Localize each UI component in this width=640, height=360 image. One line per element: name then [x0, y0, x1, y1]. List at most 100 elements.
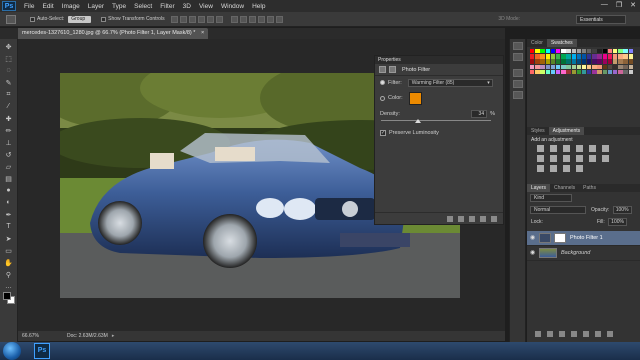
density-slider-thumb[interactable] [415, 119, 422, 123]
swatch[interactable] [587, 64, 592, 69]
swatch[interactable] [618, 59, 623, 64]
new-layer-icon[interactable] [595, 331, 601, 337]
swatch[interactable] [618, 64, 623, 69]
dodge-tool-icon[interactable]: ◐ [4, 198, 14, 207]
menu-filter[interactable]: Filter [160, 3, 174, 10]
menu-type[interactable]: Type [112, 3, 126, 10]
menu-select[interactable]: Select [134, 3, 152, 10]
swatch[interactable] [530, 54, 535, 59]
swatch[interactable] [613, 54, 618, 59]
swatch[interactable] [607, 49, 613, 54]
auto-select-dropdown[interactable]: Group [68, 15, 92, 23]
swatch[interactable] [597, 54, 602, 59]
brush-tool-icon[interactable]: ✏ [4, 126, 14, 135]
threshold-icon[interactable] [550, 165, 557, 172]
swatch[interactable] [597, 49, 602, 54]
status-arrow-icon[interactable]: ▸ [112, 333, 115, 339]
visibility-icon[interactable] [480, 215, 486, 222]
distribute-middle-icon[interactable] [239, 15, 247, 23]
move-tool-icon[interactable]: ✥ [4, 42, 14, 51]
swatch[interactable] [581, 59, 587, 64]
swatch[interactable] [555, 49, 561, 54]
swatch[interactable] [592, 49, 597, 54]
swatch[interactable] [628, 64, 633, 69]
adjustment-icon[interactable] [379, 66, 386, 73]
hue-saturation-icon[interactable] [602, 145, 609, 152]
swatch[interactable] [530, 49, 535, 54]
swatch[interactable] [535, 54, 540, 59]
align-right-icon[interactable] [215, 15, 223, 23]
swatch[interactable] [555, 64, 561, 69]
swatch[interactable] [602, 69, 608, 75]
swatch[interactable] [592, 59, 597, 64]
swatch[interactable] [566, 59, 571, 64]
swatch[interactable] [535, 64, 540, 69]
swatch[interactable] [530, 64, 535, 69]
invert-icon[interactable] [602, 155, 609, 162]
swatch[interactable] [581, 54, 587, 59]
history-brush-tool-icon[interactable]: ↺ [4, 150, 14, 159]
swatch[interactable] [576, 69, 582, 75]
swatch[interactable] [628, 59, 633, 64]
brightness-contrast-icon[interactable] [537, 145, 544, 152]
swatch[interactable] [623, 49, 628, 54]
swatch[interactable] [602, 59, 608, 64]
type-tool-icon[interactable]: T [4, 222, 14, 231]
layer-mask-thumbnail[interactable] [554, 233, 566, 243]
swatch[interactable] [545, 54, 550, 59]
edit-toolbar-icon[interactable]: … [4, 282, 14, 291]
foreground-color-swatch[interactable] [3, 292, 11, 300]
swatch[interactable] [571, 49, 576, 54]
swatch[interactable] [592, 54, 597, 59]
photo-filter-icon[interactable] [563, 155, 570, 162]
distribute-left-icon[interactable] [257, 15, 265, 23]
lasso-tool-icon[interactable]: ◌ [4, 66, 14, 75]
color-balance-icon[interactable] [537, 155, 544, 162]
align-bottom-icon[interactable] [188, 15, 196, 23]
swatch[interactable] [628, 54, 633, 59]
swatch[interactable] [566, 54, 571, 59]
hand-tool-icon[interactable]: ✋ [4, 258, 14, 267]
swatch[interactable] [571, 69, 576, 75]
swatch[interactable] [535, 49, 540, 54]
swatch[interactable] [581, 69, 587, 75]
history-panel-icon[interactable] [512, 42, 523, 50]
menu-window[interactable]: Window [221, 3, 244, 10]
restore-button[interactable]: ❐ [616, 1, 622, 9]
close-button[interactable]: ✕ [630, 1, 636, 9]
menu-edit[interactable]: Edit [42, 3, 53, 10]
swatch[interactable] [535, 69, 540, 75]
channel-mixer-icon[interactable] [576, 155, 583, 162]
swatch[interactable] [607, 54, 613, 59]
swatch[interactable] [550, 49, 556, 54]
workspace-dropdown[interactable]: Essentials [576, 15, 626, 24]
swatch[interactable] [597, 64, 602, 69]
eye-icon[interactable]: ◉ [530, 235, 536, 241]
crop-tool-icon[interactable]: ⌗ [4, 90, 14, 99]
swatch[interactable] [555, 54, 561, 59]
swatch[interactable] [623, 69, 628, 75]
swatch[interactable] [613, 49, 618, 54]
swatch[interactable] [613, 69, 618, 75]
delete-layer-icon[interactable] [607, 331, 613, 337]
zoom-tool-icon[interactable]: ⚲ [4, 270, 14, 279]
swatch[interactable] [618, 54, 623, 59]
eraser-tool-icon[interactable]: ▱ [4, 162, 14, 171]
menu-file[interactable]: File [24, 3, 34, 10]
swatch[interactable] [540, 64, 545, 69]
swatch[interactable] [550, 59, 556, 64]
menu-image[interactable]: Image [62, 3, 80, 10]
swatch[interactable] [550, 64, 556, 69]
swatch[interactable] [597, 69, 602, 75]
quick-select-tool-icon[interactable]: ✎ [4, 78, 14, 87]
blend-mode-dropdown[interactable]: Normal [530, 206, 586, 214]
delete-icon[interactable] [491, 215, 497, 222]
gradient-tool-icon[interactable]: ▤ [4, 174, 14, 183]
distribute-top-icon[interactable] [230, 15, 238, 23]
swatch[interactable] [607, 64, 613, 69]
layer-filter-dropdown[interactable]: Kind [530, 194, 572, 202]
add-mask-icon[interactable] [559, 331, 565, 337]
properties-panel-icon[interactable] [512, 69, 523, 77]
info-panel-icon[interactable] [512, 53, 523, 61]
paragraph-panel-icon[interactable] [512, 91, 523, 99]
